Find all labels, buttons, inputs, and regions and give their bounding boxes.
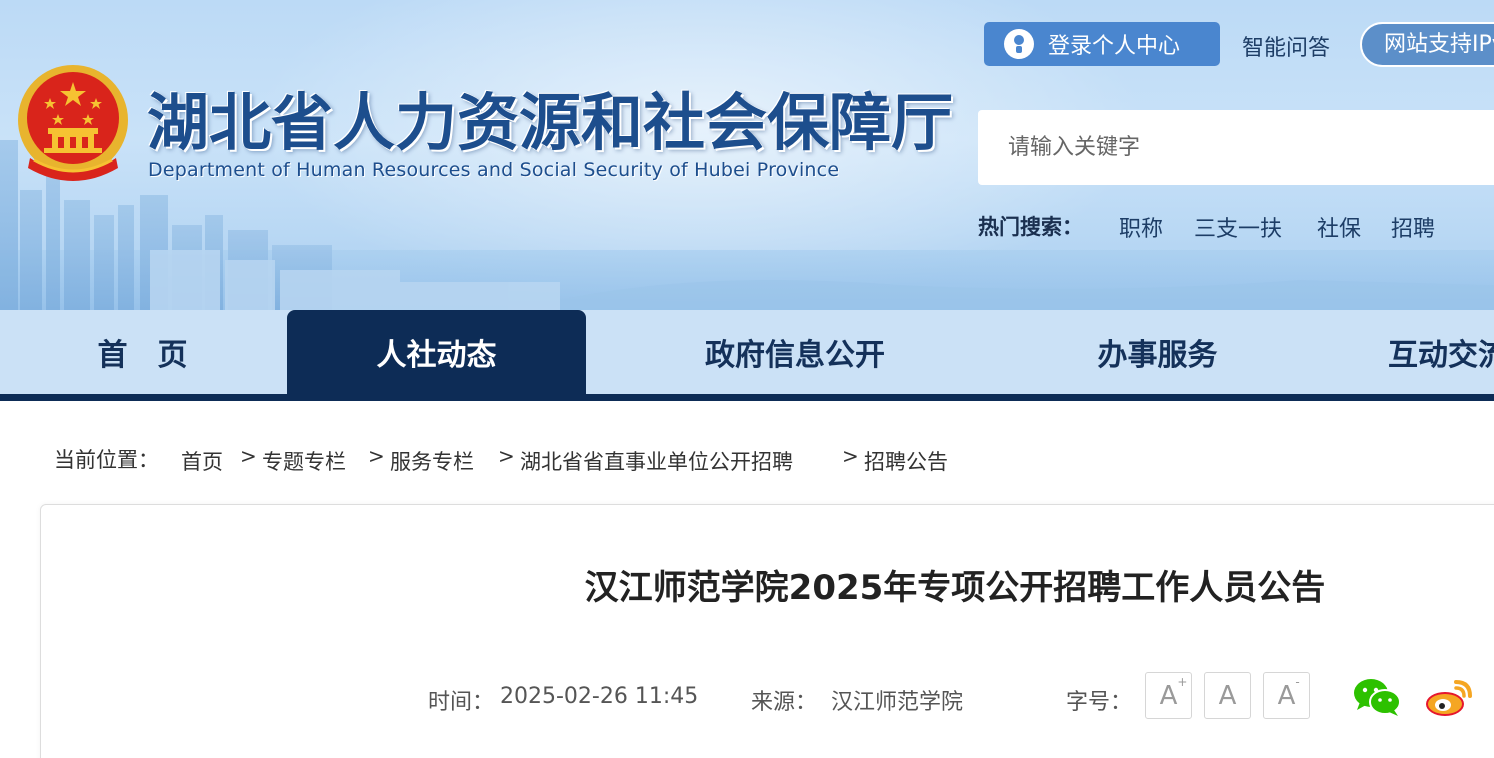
hot-search-label: 热门搜索： xyxy=(978,215,1083,239)
breadcrumb-label: 当前位置： xyxy=(54,448,159,472)
site-subtitle: Department of Human Resources and Social… xyxy=(148,159,840,181)
font-size-glyph: A xyxy=(1218,681,1237,711)
font-size-label: 字号： xyxy=(1066,690,1133,715)
nav-item-hrss-news[interactable]: 人社动态 xyxy=(287,310,586,394)
hot-search-item[interactable]: 三支一扶 xyxy=(1194,211,1282,243)
font-size-mark: + xyxy=(1177,675,1188,689)
breadcrumb-item[interactable]: 服务专栏 xyxy=(390,446,474,476)
user-icon xyxy=(1004,29,1034,59)
national-emblem-icon xyxy=(18,65,128,181)
breadcrumb-separator: > xyxy=(368,444,385,468)
font-size-mark: - xyxy=(1295,675,1300,689)
breadcrumb-separator: > xyxy=(842,444,859,468)
breadcrumb-item[interactable]: 首页 xyxy=(181,446,223,476)
publish-time-label: 时间： xyxy=(428,690,495,715)
breadcrumb-item[interactable]: 招聘公告 xyxy=(864,446,948,476)
weibo-icon[interactable] xyxy=(1424,676,1474,718)
nav-item-home[interactable]: 首 页 xyxy=(40,310,245,394)
breadcrumb-separator: > xyxy=(240,444,257,468)
login-label: 登录个人中心 xyxy=(1048,34,1181,59)
nav-item-interaction[interactable]: 互动交流 xyxy=(1388,310,1494,394)
publish-time-value: 2025-02-26 11:45 xyxy=(500,684,699,709)
smart-qa-link[interactable]: 智能问答 xyxy=(1242,30,1330,62)
font-size-default-button[interactable]: A xyxy=(1204,672,1251,719)
article-card xyxy=(40,504,1494,758)
font-size-decrease-button[interactable]: A- xyxy=(1263,672,1310,719)
hot-search-item[interactable]: 职称 xyxy=(1119,211,1163,243)
login-personal-center-button[interactable]: 登录个人中心 xyxy=(984,22,1220,66)
hot-search-item[interactable]: 社保 xyxy=(1317,211,1361,243)
font-size-glyph: A xyxy=(1277,681,1296,711)
source-value: 汉江师范学院 xyxy=(831,690,964,715)
site-title: 湖北省人力资源和社会保障厅 xyxy=(147,86,954,159)
header-banner: 湖北省人力资源和社会保障厅 Department of Human Resour… xyxy=(0,0,1494,310)
nav-item-services[interactable]: 办事服务 xyxy=(1050,310,1265,394)
hot-search-item[interactable]: 招聘 xyxy=(1391,211,1435,243)
font-size-increase-button[interactable]: A + xyxy=(1145,672,1192,719)
source-label: 来源： xyxy=(751,690,818,715)
nav-item-gov-info[interactable]: 政府信息公开 xyxy=(660,310,930,394)
article-title: 汉江师范学院2025年专项公开招聘工作人员公告 xyxy=(584,568,1326,608)
wechat-icon[interactable] xyxy=(1352,676,1402,718)
breadcrumb-separator: > xyxy=(498,444,515,468)
font-size-glyph: A xyxy=(1159,681,1178,711)
nav-underline xyxy=(0,394,1494,401)
ipv6-support-badge[interactable]: 网站支持IPv6 xyxy=(1360,22,1494,67)
search-input[interactable] xyxy=(978,110,1494,185)
breadcrumb-item[interactable]: 专题专栏 xyxy=(262,446,346,476)
breadcrumb-item[interactable]: 湖北省省直事业单位公开招聘 xyxy=(520,446,793,476)
